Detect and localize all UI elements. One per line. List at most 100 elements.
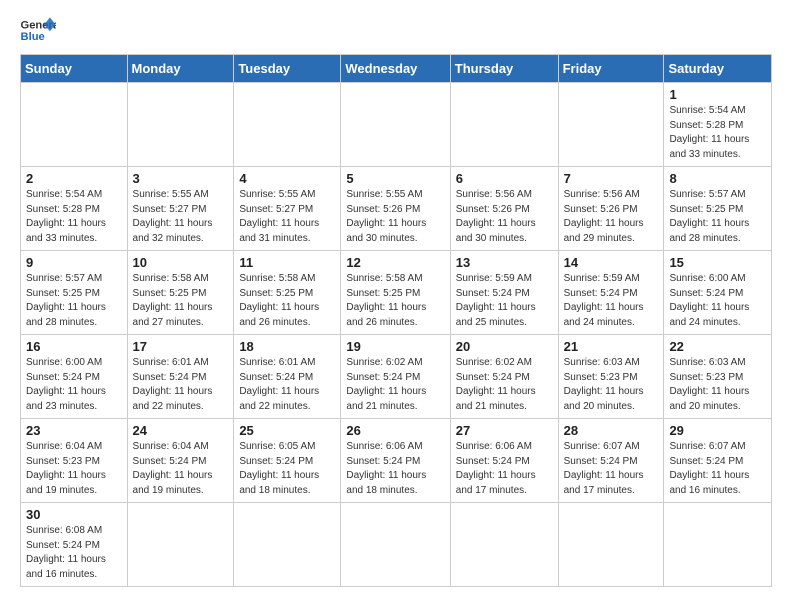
cell-sun-info: Sunrise: 5:55 AM Sunset: 5:26 PM Dayligh… [346, 188, 444, 246]
calendar-cell [341, 503, 450, 587]
cell-sun-info: Sunrise: 5:54 AM Sunset: 5:28 PM Dayligh… [26, 188, 122, 246]
cell-sun-info: Sunrise: 6:04 AM Sunset: 5:23 PM Dayligh… [26, 440, 122, 498]
calendar-cell [21, 83, 128, 167]
weekday-header-wednesday: Wednesday [341, 55, 450, 83]
cell-sun-info: Sunrise: 5:57 AM Sunset: 5:25 PM Dayligh… [669, 188, 766, 246]
weekday-header-sunday: Sunday [21, 55, 128, 83]
calendar-cell [558, 83, 664, 167]
calendar-cell: 28Sunrise: 6:07 AM Sunset: 5:24 PM Dayli… [558, 419, 664, 503]
cell-sun-info: Sunrise: 6:07 AM Sunset: 5:24 PM Dayligh… [564, 440, 659, 498]
cell-day-number: 13 [456, 255, 553, 270]
calendar-cell: 22 Sunrise: 6:03 AM Sunset: 5:23 PM Dayli… [664, 335, 772, 419]
calendar-table: SundayMondayTuesdayWednesdayThursdayFrid… [20, 54, 772, 587]
calendar-cell: 4Sunrise: 5:55 AM Sunset: 5:27 PM Daylig… [234, 167, 341, 251]
cell-sun-info: Sunrise: 6:02 AM Sunset: 5:24 PM Dayligh… [346, 356, 444, 414]
cell-day-number: 23 [26, 423, 122, 438]
weekday-header-thursday: Thursday [450, 55, 558, 83]
cell-day-number: 9 [26, 255, 122, 270]
cell-sun-info: Sunrise: 6:03 AM Sunset: 5:23 PM Dayligh… [669, 356, 766, 414]
calendar-cell [450, 503, 558, 587]
weekday-header-tuesday: Tuesday [234, 55, 341, 83]
cell-day-number: 5 [346, 171, 444, 186]
calendar-cell [558, 503, 664, 587]
calendar-cell: 15 Sunrise: 6:00 AM Sunset: 5:24 PM Dayli… [664, 251, 772, 335]
cell-sun-info: Sunrise: 5:59 AM Sunset: 5:24 PM Dayligh… [456, 272, 553, 330]
cell-day-number: 21 [564, 339, 659, 354]
cell-sun-info: Sunrise: 6:00 AM Sunset: 5:24 PM Dayligh… [26, 356, 122, 414]
calendar-cell: 30 Sunrise: 6:08 AM Sunset: 5:24 PM Dayli… [21, 503, 128, 587]
calendar-cell: 13 Sunrise: 5:59 AM Sunset: 5:24 PM Dayli… [450, 251, 558, 335]
calendar-cell: 9 Sunrise: 5:57 AM Sunset: 5:25 PM Daylig… [21, 251, 128, 335]
calendar-cell: 10Sunrise: 5:58 AM Sunset: 5:25 PM Dayli… [127, 251, 234, 335]
page-header: General Blue [20, 16, 772, 44]
calendar-cell: 20Sunrise: 6:02 AM Sunset: 5:24 PM Dayli… [450, 335, 558, 419]
cell-day-number: 1 [669, 87, 766, 102]
calendar-cell: 25Sunrise: 6:05 AM Sunset: 5:24 PM Dayli… [234, 419, 341, 503]
calendar-cell: 2 Sunrise: 5:54 AM Sunset: 5:28 PM Daylig… [21, 167, 128, 251]
cell-day-number: 16 [26, 339, 122, 354]
cell-sun-info: Sunrise: 5:57 AM Sunset: 5:25 PM Dayligh… [26, 272, 122, 330]
generalblue-logo-icon: General Blue [20, 16, 56, 44]
calendar-cell: 19 Sunrise: 6:02 AM Sunset: 5:24 PM Dayli… [341, 335, 450, 419]
calendar-cell: 6 Sunrise: 5:56 AM Sunset: 5:26 PM Daylig… [450, 167, 558, 251]
cell-sun-info: Sunrise: 6:06 AM Sunset: 5:24 PM Dayligh… [346, 440, 444, 498]
cell-day-number: 10 [133, 255, 229, 270]
cell-sun-info: Sunrise: 6:00 AM Sunset: 5:24 PM Dayligh… [669, 272, 766, 330]
cell-sun-info: Sunrise: 6:08 AM Sunset: 5:24 PM Dayligh… [26, 524, 122, 582]
cell-sun-info: Sunrise: 5:59 AM Sunset: 5:24 PM Dayligh… [564, 272, 659, 330]
cell-day-number: 6 [456, 171, 553, 186]
calendar-cell: 11Sunrise: 5:58 AM Sunset: 5:25 PM Dayli… [234, 251, 341, 335]
cell-day-number: 22 [669, 339, 766, 354]
cell-sun-info: Sunrise: 5:55 AM Sunset: 5:27 PM Dayligh… [133, 188, 229, 246]
calendar-week-row: 9 Sunrise: 5:57 AM Sunset: 5:25 PM Daylig… [21, 251, 772, 335]
calendar-cell [664, 503, 772, 587]
calendar-cell: 8 Sunrise: 5:57 AM Sunset: 5:25 PM Daylig… [664, 167, 772, 251]
calendar-cell [450, 83, 558, 167]
cell-sun-info: Sunrise: 5:56 AM Sunset: 5:26 PM Dayligh… [564, 188, 659, 246]
cell-day-number: 17 [133, 339, 229, 354]
cell-day-number: 27 [456, 423, 553, 438]
calendar-cell [127, 503, 234, 587]
calendar-week-row: 30 Sunrise: 6:08 AM Sunset: 5:24 PM Dayli… [21, 503, 772, 587]
cell-sun-info: Sunrise: 5:56 AM Sunset: 5:26 PM Dayligh… [456, 188, 553, 246]
weekday-header-saturday: Saturday [664, 55, 772, 83]
calendar-cell: 7Sunrise: 5:56 AM Sunset: 5:26 PM Daylig… [558, 167, 664, 251]
cell-day-number: 15 [669, 255, 766, 270]
calendar-cell: 5 Sunrise: 5:55 AM Sunset: 5:26 PM Daylig… [341, 167, 450, 251]
calendar-week-row: 23 Sunrise: 6:04 AM Sunset: 5:23 PM Dayli… [21, 419, 772, 503]
weekday-header-monday: Monday [127, 55, 234, 83]
calendar-week-row: 1Sunrise: 5:54 AM Sunset: 5:28 PM Daylig… [21, 83, 772, 167]
calendar-cell: 3 Sunrise: 5:55 AM Sunset: 5:27 PM Daylig… [127, 167, 234, 251]
cell-day-number: 19 [346, 339, 444, 354]
cell-sun-info: Sunrise: 6:01 AM Sunset: 5:24 PM Dayligh… [133, 356, 229, 414]
cell-day-number: 12 [346, 255, 444, 270]
weekday-header-friday: Friday [558, 55, 664, 83]
calendar-cell: 18Sunrise: 6:01 AM Sunset: 5:24 PM Dayli… [234, 335, 341, 419]
cell-day-number: 4 [239, 171, 335, 186]
calendar-cell: 23 Sunrise: 6:04 AM Sunset: 5:23 PM Dayli… [21, 419, 128, 503]
calendar-cell [341, 83, 450, 167]
cell-sun-info: Sunrise: 6:07 AM Sunset: 5:24 PM Dayligh… [669, 440, 766, 498]
cell-day-number: 8 [669, 171, 766, 186]
calendar-cell: 14 Sunrise: 5:59 AM Sunset: 5:24 PM Dayli… [558, 251, 664, 335]
cell-day-number: 2 [26, 171, 122, 186]
cell-day-number: 18 [239, 339, 335, 354]
calendar-cell: 21 Sunrise: 6:03 AM Sunset: 5:23 PM Dayli… [558, 335, 664, 419]
calendar-cell: 29 Sunrise: 6:07 AM Sunset: 5:24 PM Dayli… [664, 419, 772, 503]
cell-sun-info: Sunrise: 6:04 AM Sunset: 5:24 PM Dayligh… [133, 440, 229, 498]
cell-day-number: 24 [133, 423, 229, 438]
cell-sun-info: Sunrise: 6:03 AM Sunset: 5:23 PM Dayligh… [564, 356, 659, 414]
calendar-week-row: 16 Sunrise: 6:00 AM Sunset: 5:24 PM Dayli… [21, 335, 772, 419]
calendar-cell [234, 503, 341, 587]
calendar-cell: 26Sunrise: 6:06 AM Sunset: 5:24 PM Dayli… [341, 419, 450, 503]
calendar-cell: 12Sunrise: 5:58 AM Sunset: 5:25 PM Dayli… [341, 251, 450, 335]
calendar-cell [127, 83, 234, 167]
cell-sun-info: Sunrise: 6:06 AM Sunset: 5:24 PM Dayligh… [456, 440, 553, 498]
cell-day-number: 29 [669, 423, 766, 438]
cell-day-number: 25 [239, 423, 335, 438]
cell-day-number: 14 [564, 255, 659, 270]
calendar-cell: 16 Sunrise: 6:00 AM Sunset: 5:24 PM Dayli… [21, 335, 128, 419]
cell-day-number: 3 [133, 171, 229, 186]
logo-area: General Blue [20, 16, 56, 44]
cell-day-number: 30 [26, 507, 122, 522]
